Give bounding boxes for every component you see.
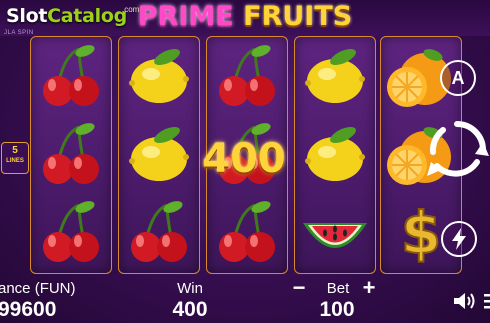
spin-button[interactable]: [425, 118, 489, 182]
bet-value: 100: [319, 298, 355, 321]
cherry-icon: [31, 37, 111, 115]
cherry-icon: [31, 115, 111, 193]
lemon-icon: [119, 37, 199, 115]
autoplay-label: A: [451, 68, 465, 88]
bet-decrease-button[interactable]: −: [290, 277, 308, 299]
lines-number: 5: [12, 145, 18, 156]
cherry-icon: [207, 193, 287, 271]
turbo-button[interactable]: [441, 221, 477, 257]
speaker-icon: [454, 293, 475, 309]
autoplay-button[interactable]: A: [440, 60, 476, 96]
balance-value: 99600: [0, 298, 57, 321]
lemon-icon: [295, 37, 375, 115]
reel-1: [30, 36, 112, 274]
spin-icon: [427, 121, 489, 177]
game-title: PRIME FRUITS: [0, 0, 490, 34]
cherry-icon: [119, 193, 199, 271]
win-amount-overlay: 400: [202, 136, 286, 182]
menu-icon: [484, 294, 490, 309]
sound-button[interactable]: [452, 290, 478, 312]
balance-label: ance (FUN): [0, 280, 76, 297]
menu-button[interactable]: [482, 290, 490, 312]
title-prime: PRIME: [137, 1, 234, 32]
win-label: Win: [177, 280, 203, 297]
watermelon-icon: [295, 193, 375, 271]
cherry-icon: [31, 193, 111, 271]
lines-label: LINES: [6, 158, 24, 164]
title-fruits: FRUITS: [243, 1, 353, 32]
lightning-icon: [452, 228, 466, 250]
lines-badge: 5 LINES: [1, 142, 29, 174]
svg-text:$: $: [401, 199, 441, 267]
win-value: 400: [172, 298, 208, 321]
bet-increase-button[interactable]: +: [360, 277, 378, 299]
bet-label: Bet: [326, 280, 350, 297]
cherry-icon: [207, 37, 287, 115]
